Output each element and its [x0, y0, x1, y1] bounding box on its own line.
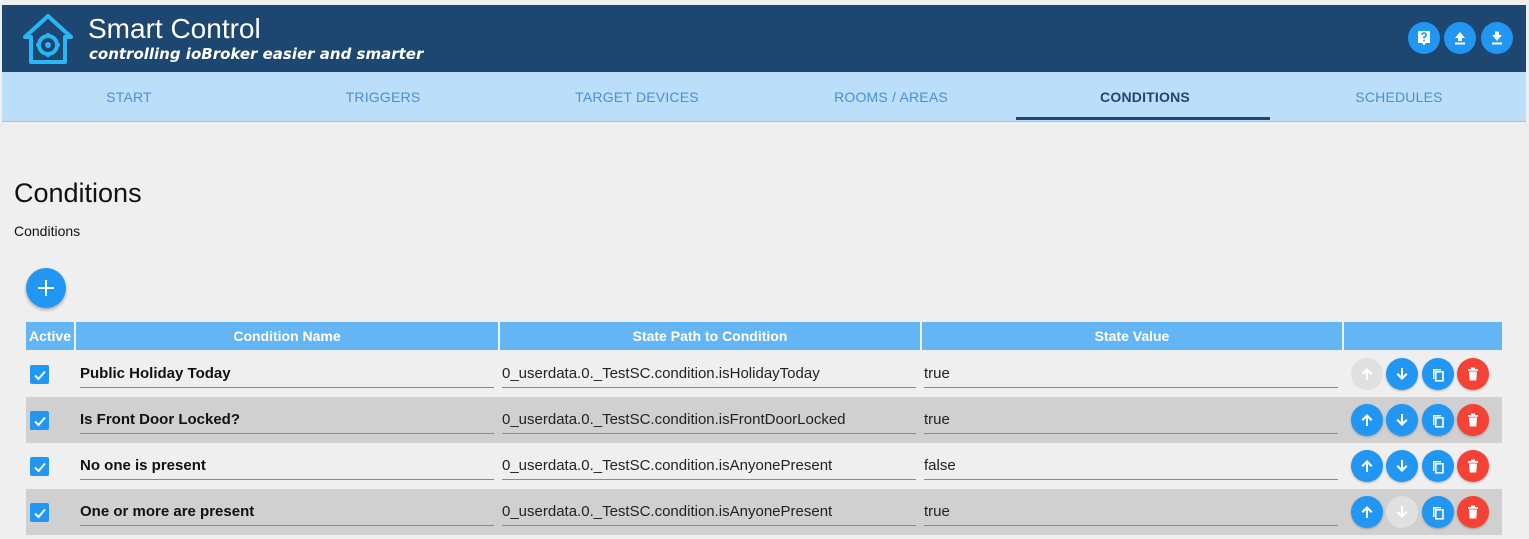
active-checkbox[interactable]	[30, 365, 49, 384]
arrow-up-icon	[1361, 368, 1373, 380]
upload-button[interactable]	[1444, 22, 1476, 54]
arrow-down-icon	[1396, 414, 1408, 426]
duplicate-button[interactable]	[1422, 496, 1454, 528]
tab-rooms-areas[interactable]: ROOMS / AREAS	[764, 72, 1018, 121]
tab-schedules[interactable]: SCHEDULES	[1272, 72, 1526, 121]
tab-triggers[interactable]: TRIGGERS	[256, 72, 510, 121]
condition-name-field[interactable]: Public Holiday Today	[80, 359, 494, 388]
tab-conditions[interactable]: CONDITIONS	[1018, 72, 1272, 121]
copy-icon	[1433, 415, 1444, 428]
app-header: Smart Control controlling ioBroker easie…	[2, 5, 1526, 72]
move-up-button[interactable]	[1351, 496, 1383, 528]
plus-icon	[38, 280, 54, 296]
table-row: Is Front Door Locked? 0_userdata.0._TestS…	[26, 397, 1502, 443]
move-up-button[interactable]	[1351, 450, 1383, 482]
delete-button[interactable]	[1457, 404, 1489, 436]
page-subtitle: Conditions	[14, 223, 81, 239]
duplicate-button[interactable]	[1422, 404, 1454, 436]
delete-button[interactable]	[1457, 496, 1489, 528]
arrow-up-icon	[1361, 414, 1373, 426]
smart-home-logo-icon	[23, 14, 73, 64]
state-value-field[interactable]: false	[924, 451, 1338, 480]
checkmark-icon	[33, 508, 46, 518]
condition-name-field[interactable]: Is Front Door Locked?	[80, 405, 494, 434]
condition-name-field[interactable]: No one is present	[80, 451, 494, 480]
checkmark-icon	[33, 462, 46, 472]
copy-icon	[1433, 369, 1444, 382]
delete-button[interactable]	[1457, 358, 1489, 390]
tab-bar: START TRIGGERS TARGET DEVICES ROOMS / AR…	[2, 72, 1526, 122]
trash-icon	[1468, 459, 1478, 473]
help-button[interactable]	[1408, 22, 1440, 54]
arrow-down-icon	[1396, 460, 1408, 472]
column-header-active: Active	[26, 322, 76, 350]
tab-start[interactable]: START	[2, 72, 256, 121]
move-up-button[interactable]	[1351, 404, 1383, 436]
trash-icon	[1468, 413, 1478, 427]
move-down-button[interactable]	[1386, 496, 1418, 528]
download-icon	[1492, 31, 1502, 45]
duplicate-button[interactable]	[1422, 358, 1454, 390]
trash-icon	[1468, 367, 1478, 381]
page-title: Conditions	[14, 178, 142, 208]
arrow-up-icon	[1361, 460, 1373, 472]
tab-target-devices[interactable]: TARGET DEVICES	[510, 72, 764, 121]
copy-icon	[1433, 507, 1444, 520]
active-checkbox[interactable]	[30, 503, 49, 522]
state-value-field[interactable]: true	[924, 405, 1338, 434]
arrow-up-icon	[1361, 506, 1373, 518]
condition-name-field[interactable]: One or more are present	[80, 497, 494, 526]
table-header: Active Condition Name State Path to Cond…	[26, 322, 1502, 350]
download-button[interactable]	[1481, 22, 1513, 54]
duplicate-button[interactable]	[1422, 450, 1454, 482]
column-header-actions	[1344, 322, 1502, 350]
app-subtitle: controlling ioBroker easier and smarter	[89, 45, 424, 63]
copy-icon	[1433, 461, 1444, 474]
state-value-field[interactable]: true	[924, 359, 1338, 388]
checkmark-icon	[33, 416, 46, 426]
table-row: One or more are present 0_userdata.0._Tes…	[26, 489, 1502, 535]
state-path-field[interactable]: 0_userdata.0._TestSC.condition.isFrontDo…	[502, 405, 916, 434]
table-row: No one is present 0_userdata.0._TestSC.co…	[26, 443, 1502, 489]
column-header-condition-name: Condition Name	[76, 322, 500, 350]
column-header-state-path: State Path to Condition	[500, 322, 922, 350]
arrow-down-icon	[1396, 368, 1408, 380]
table-row: Public Holiday Today 0_userdata.0._TestSC…	[26, 351, 1502, 397]
upload-icon	[1455, 32, 1465, 45]
arrow-down-icon	[1396, 506, 1408, 518]
state-value-field[interactable]: true	[924, 497, 1338, 526]
state-path-field[interactable]: 0_userdata.0._TestSC.condition.isHoliday…	[502, 359, 916, 388]
active-checkbox[interactable]	[30, 411, 49, 430]
move-up-button[interactable]	[1351, 358, 1383, 390]
state-path-field[interactable]: 0_userdata.0._TestSC.condition.isAnyoneP…	[502, 451, 916, 480]
state-path-field[interactable]: 0_userdata.0._TestSC.condition.isAnyoneP…	[502, 497, 916, 526]
active-checkbox[interactable]	[30, 457, 49, 476]
move-down-button[interactable]	[1386, 358, 1418, 390]
help-icon	[1418, 31, 1430, 46]
move-down-button[interactable]	[1386, 404, 1418, 436]
add-condition-button[interactable]	[26, 268, 66, 308]
move-down-button[interactable]	[1386, 450, 1418, 482]
active-tab-indicator	[1016, 117, 1270, 120]
column-header-state-value: State Value	[922, 322, 1344, 350]
checkmark-icon	[33, 370, 46, 380]
trash-icon	[1468, 505, 1478, 519]
delete-button[interactable]	[1457, 450, 1489, 482]
app-title: Smart Control	[88, 13, 261, 44]
